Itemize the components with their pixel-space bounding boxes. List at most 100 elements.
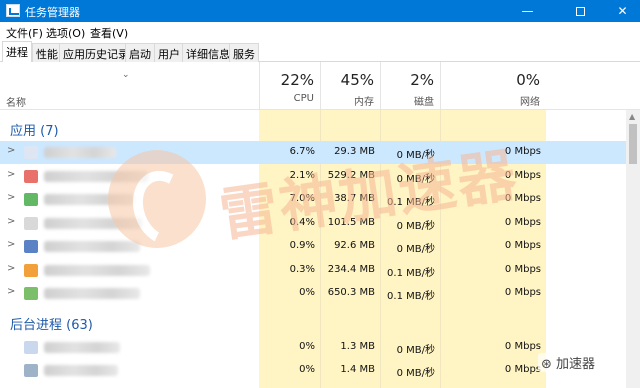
maximize-icon [576,7,585,16]
process-disk: 0.1 MB/秒 [387,267,435,279]
process-network: 0 Mbps [504,193,541,204]
expand-chevron-icon[interactable]: > [7,216,15,227]
app-process-row[interactable]: >7.0% 38.7 MB 0.1 MB/秒 0 Mbps [0,188,626,211]
process-icon [24,193,38,206]
corner-badge: ⊛ 加速器 [538,353,599,372]
column-name[interactable]: 名称 [6,94,26,109]
process-memory: 1.3 MB [340,341,375,352]
process-disk: 0.1 MB/秒 [387,291,435,302]
process-name-redacted [44,217,142,229]
process-name-redacted [44,288,140,299]
process-cpu: 2.1% [289,169,315,181]
process-name-redacted [44,194,134,205]
process-memory: 650.3 MB [327,287,375,298]
tab-details[interactable]: 详细信息 [182,43,234,62]
cpu-label: CPU [293,93,314,104]
menu-options[interactable]: 选项(O) [46,25,85,41]
process-icon [24,341,38,354]
process-network: 0 Mbps [504,146,541,157]
sort-indicator-icon: ⌄ [122,70,130,80]
tab-users[interactable]: 用户 [154,43,184,62]
menu-view[interactable]: 查看(V) [90,25,128,41]
process-icon [24,263,38,277]
maximize-button[interactable] [558,0,603,22]
process-disk: 0 MB/秒 [396,244,435,255]
process-list: 应用 (7) 后台进程 (63) >6.7% 29.3 MB 0 MB/秒 0 Mbp… [0,110,626,388]
process-disk: 0.1 MB/秒 [387,197,435,208]
process-disk: 0 MB/秒 [396,220,435,232]
process-cpu: 0.3% [289,263,315,275]
expand-chevron-icon[interactable]: > [7,263,15,274]
process-icon [24,146,38,159]
app-process-row[interactable]: >0.4% 101.5 MB 0 MB/秒 0 Mbps [0,212,626,235]
disk-label: 磁盘 [414,97,434,108]
process-name-redacted [44,241,140,252]
app-process-row[interactable]: >0% 650.3 MB 0.1 MB/秒 0 Mbps [0,282,626,305]
process-icon [24,287,38,300]
process-memory: 38.7 MB [334,193,375,204]
process-cpu: 0% [299,287,315,298]
scroll-thumb[interactable] [629,124,637,164]
process-network: 0 Mbps [504,263,541,275]
process-icon [24,169,38,183]
process-memory: 29.3 MB [334,146,375,157]
network-label: 网络 [520,97,540,108]
memory-label: 内存 [354,97,374,108]
column-memory[interactable]: 45% 内存 [320,62,380,110]
process-name-redacted [44,264,150,276]
menu-file[interactable]: 文件(F) [6,25,43,41]
column-cpu[interactable]: 22% CPU [259,62,320,110]
process-network: 0 Mbps [504,240,541,251]
process-name-redacted [44,147,116,158]
minimize-button[interactable]: — [505,0,550,22]
process-disk: 0 MB/秒 [396,150,435,161]
process-cpu: 0% [299,364,315,375]
app-process-row[interactable]: >0.9% 92.6 MB 0 MB/秒 0 Mbps [0,235,626,258]
app-process-row[interactable]: >0.3% 234.4 MB 0.1 MB/秒 0 Mbps [0,259,626,282]
process-cpu: 0.9% [289,240,315,251]
group-apps-title: 应用 (7) [10,124,59,139]
task-manager-icon [6,4,20,17]
column-disk[interactable]: 2% 磁盘 [380,62,440,110]
close-button[interactable]: ✕ [600,0,640,22]
app-process-row[interactable]: >6.7% 29.3 MB 0 MB/秒 0 Mbps [0,141,626,164]
tab-app-history[interactable]: 应用历史记录 [59,43,133,62]
expand-chevron-icon[interactable]: > [7,192,15,203]
process-memory: 1.4 MB [340,364,375,375]
tab-services[interactable]: 服务 [229,43,259,62]
process-cpu: 0.4% [289,216,315,228]
process-name-redacted [44,170,148,182]
expand-chevron-icon[interactable]: > [7,169,15,180]
app-process-row[interactable]: >2.1% 529.2 MB 0 MB/秒 0 Mbps [0,165,626,188]
process-network: 0 Mbps [504,364,541,375]
title-bar: 任务管理器 — ✕ [0,0,640,22]
process-network: 0 Mbps [504,216,541,228]
background-process-row[interactable]: 0% 1.4 MB 0 MB/秒 0 Mbps [0,359,626,382]
process-name-redacted [44,365,118,376]
expand-chevron-icon[interactable]: > [7,239,15,250]
process-disk: 0 MB/秒 [396,345,435,356]
tab-performance[interactable]: 性能 [32,43,62,62]
scroll-up-icon[interactable]: ▲ [629,112,635,121]
process-memory: 529.2 MB [327,169,375,181]
menu-bar: 文件(F) 选项(O) 查看(V) [0,22,640,40]
tab-processes[interactable]: 进程 [2,41,32,63]
process-memory: 92.6 MB [334,240,375,251]
process-icon [24,216,38,230]
process-disk: 0 MB/秒 [396,173,435,185]
cpu-total: 22% [280,71,314,89]
vertical-scrollbar[interactable]: ▲ [626,110,640,388]
expand-chevron-icon[interactable]: > [7,286,15,297]
expand-chevron-icon[interactable]: > [7,145,15,156]
process-memory: 101.5 MB [327,216,375,228]
process-icon [24,240,38,253]
network-total: 0% [516,71,540,89]
process-cpu: 7.0% [289,193,315,204]
column-network[interactable]: 0% 网络 [440,62,546,110]
process-network: 0 Mbps [504,169,541,181]
background-process-row[interactable]: 0% 1.3 MB 0 MB/秒 0 Mbps [0,336,626,359]
disk-total: 2% [410,71,434,89]
process-disk: 0 MB/秒 [396,368,435,379]
tab-startup[interactable]: 启动 [125,43,155,62]
process-cpu: 6.7% [259,146,315,157]
